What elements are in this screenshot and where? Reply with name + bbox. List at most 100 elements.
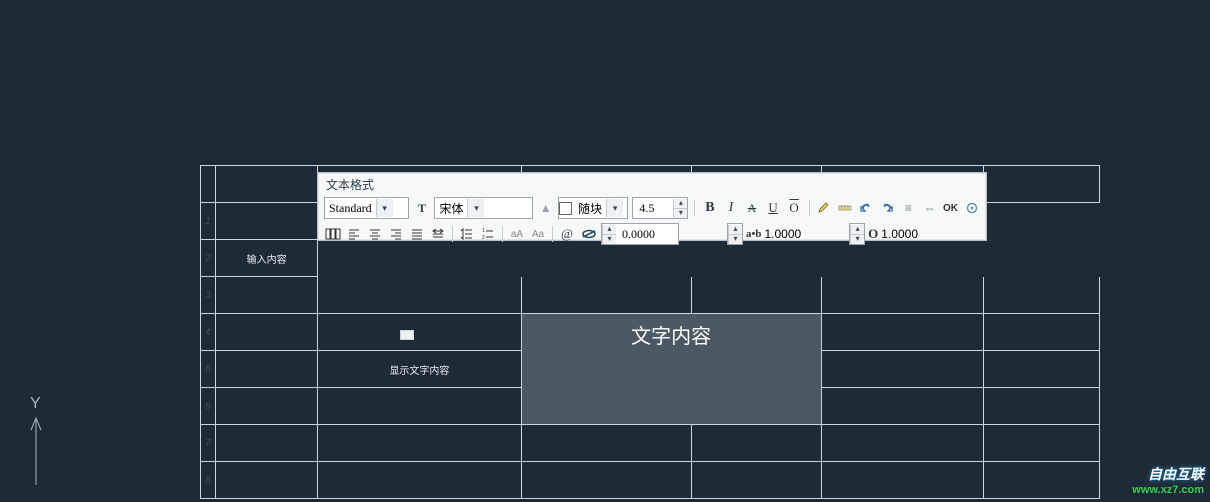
redo-button[interactable] <box>879 199 896 217</box>
cell[interactable] <box>983 314 1099 351</box>
cell[interactable] <box>983 425 1099 462</box>
spin-up-icon[interactable]: ▴ <box>602 225 616 234</box>
color-dropdown[interactable]: 随块▾ <box>558 197 628 219</box>
cell[interactable] <box>216 277 318 314</box>
cell[interactable] <box>692 462 821 499</box>
ok-button[interactable]: OK <box>942 199 959 217</box>
stack-button[interactable]: ≡ <box>900 199 917 217</box>
highlight-button[interactable] <box>816 199 833 217</box>
ucs-icon: Y <box>24 390 84 490</box>
spin-down-icon[interactable]: ▾ <box>673 208 687 218</box>
cell[interactable] <box>983 388 1099 425</box>
row-header-8[interactable]: 8 <box>201 462 216 499</box>
numbering-button[interactable]: 12 <box>479 225 497 243</box>
height-spinner[interactable]: 4.5▴▾ <box>632 197 688 219</box>
spin-down-icon[interactable]: ▾ <box>850 234 864 244</box>
ucs-y-label: Y <box>30 395 41 412</box>
symbol-button[interactable]: @ <box>558 225 576 243</box>
cell[interactable] <box>821 277 983 314</box>
cell[interactable] <box>521 425 692 462</box>
row-header-6[interactable]: 6 <box>201 388 216 425</box>
table-corner[interactable] <box>400 330 414 340</box>
cell[interactable] <box>983 351 1099 388</box>
separator <box>809 200 810 216</box>
text-format-panel[interactable]: 文本格式 Standard▾ T 宋体▾ ▲ 随块▾ 4.5▴▾ B I A U… <box>317 172 987 241</box>
spin-down-icon[interactable]: ▾ <box>728 234 742 244</box>
cell[interactable] <box>216 351 318 388</box>
row-header-4[interactable]: 4 <box>201 314 216 351</box>
cell[interactable] <box>521 277 692 314</box>
distribute-button[interactable] <box>429 225 447 243</box>
cell[interactable] <box>692 277 821 314</box>
cell[interactable] <box>821 388 983 425</box>
justify-button[interactable] <box>408 225 426 243</box>
cell[interactable] <box>318 425 522 462</box>
oblique-spinner[interactable]: ▴▾ <box>849 223 865 245</box>
align-center-button[interactable] <box>366 225 384 243</box>
cell[interactable] <box>318 388 522 425</box>
uppercase-button[interactable]: aA <box>508 225 526 243</box>
cell[interactable] <box>821 425 983 462</box>
cad-canvas[interactable]: 1 2输入内容 3 4 文字内容 5 显示文字内容 6 7 8 文本格式 Stan… <box>0 0 1210 502</box>
cell[interactable] <box>821 462 983 499</box>
row-header-5[interactable]: 5 <box>201 351 216 388</box>
chevron-down-icon: ▾ <box>606 199 623 217</box>
cell[interactable] <box>318 314 522 351</box>
cell[interactable] <box>216 425 318 462</box>
annotative-icon[interactable]: ▲ <box>537 199 554 217</box>
lowercase-button[interactable]: Aa <box>529 225 547 243</box>
watermark-url: www.xz7.com <box>1132 484 1204 496</box>
columns-button[interactable] <box>324 225 342 243</box>
width-factor-control: ▴▾ a•b 1.0000 <box>727 223 801 245</box>
spin-down-icon[interactable]: ▾ <box>602 234 616 244</box>
cell[interactable] <box>216 388 318 425</box>
underline-button[interactable]: U <box>765 199 782 217</box>
cell[interactable] <box>216 203 318 240</box>
editing-cell[interactable]: 文字内容 <box>521 314 821 425</box>
width-spinner[interactable]: ▴▾ <box>727 223 743 245</box>
tracking-spinner[interactable]: ▴▾0.0000 <box>601 223 679 245</box>
color-swatch <box>559 202 572 215</box>
watermark-text: 自由互联 <box>1148 464 1204 484</box>
options-button[interactable] <box>963 199 980 217</box>
undo-button[interactable] <box>858 199 875 217</box>
link-button[interactable]: ⇔ <box>921 199 938 217</box>
width-factor-value: 1.0000 <box>764 227 801 241</box>
format-row-1: Standard▾ T 宋体▾ ▲ 随块▾ 4.5▴▾ B I A U O ≡ … <box>318 195 986 221</box>
font-dropdown[interactable]: 宋体▾ <box>434 197 533 219</box>
cell[interactable] <box>318 462 522 499</box>
cell[interactable] <box>318 277 522 314</box>
align-right-button[interactable] <box>387 225 405 243</box>
editing-text: 文字内容 <box>631 320 711 349</box>
cell[interactable] <box>821 351 983 388</box>
cell-r5c2[interactable]: 显示文字内容 <box>318 351 522 388</box>
spin-up-icon[interactable]: ▴ <box>850 225 864 234</box>
cell[interactable] <box>216 314 318 351</box>
bold-button[interactable]: B <box>701 199 718 217</box>
overline-button[interactable]: O <box>786 199 803 217</box>
row-header-2[interactable]: 2 <box>201 240 216 277</box>
style-dropdown[interactable]: Standard▾ <box>324 197 409 219</box>
ruler-button[interactable] <box>837 199 854 217</box>
cell[interactable] <box>521 462 692 499</box>
cell[interactable] <box>983 277 1099 314</box>
cell[interactable] <box>983 462 1099 499</box>
watermark: 自由互联 www.xz7.com <box>1132 464 1204 496</box>
cell-r2c1[interactable]: 输入内容 <box>216 240 318 277</box>
spin-up-icon[interactable]: ▴ <box>728 225 742 234</box>
row-header-7[interactable]: 7 <box>201 425 216 462</box>
col-header-a[interactable] <box>216 166 318 203</box>
strike-button[interactable]: A <box>743 199 760 217</box>
col-header-f[interactable] <box>983 166 1099 203</box>
row-header-3[interactable]: 3 <box>201 277 216 314</box>
linespacing-button[interactable] <box>458 225 476 243</box>
cell[interactable] <box>821 314 983 351</box>
separator <box>552 226 553 242</box>
svg-text:1: 1 <box>482 228 485 234</box>
spin-up-icon[interactable]: ▴ <box>673 199 687 208</box>
italic-button[interactable]: I <box>722 199 739 217</box>
cell[interactable] <box>692 425 821 462</box>
cell[interactable] <box>216 462 318 499</box>
align-left-button[interactable] <box>345 225 363 243</box>
row-header-1[interactable]: 1 <box>201 203 216 240</box>
